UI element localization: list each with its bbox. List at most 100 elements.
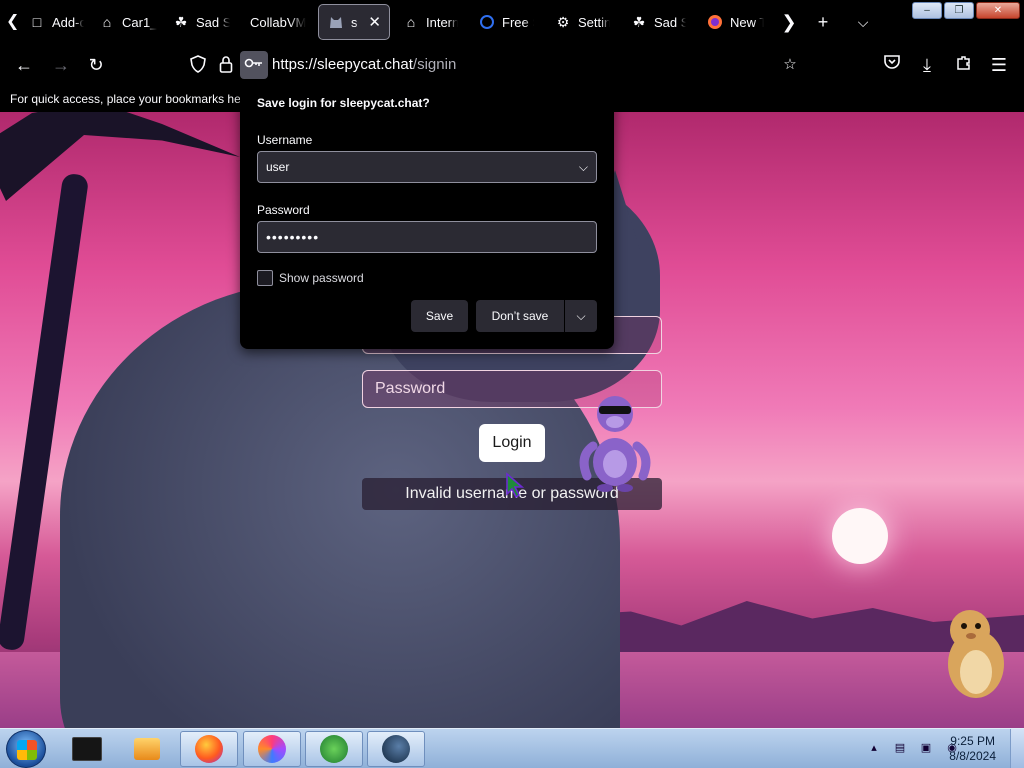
steam-icon xyxy=(382,735,410,763)
tab-strip: ❮ □ Add-o ⌂ Car1_ ☘ Sad S CollabVM slee … xyxy=(0,0,1024,44)
forward-arrow-icon[interactable]: → xyxy=(50,54,72,76)
hamster-sprite xyxy=(948,610,1004,698)
spiral-browser-icon xyxy=(258,735,286,763)
password-value: ••••••••• xyxy=(266,229,320,245)
tracking-shield-icon[interactable] xyxy=(188,55,208,75)
show-password-checkbox[interactable] xyxy=(257,270,273,286)
archive-icon: ⌂ xyxy=(406,14,416,30)
tab-label: Intern xyxy=(426,14,458,30)
clock-date: 8/8/2024 xyxy=(949,749,996,763)
taskbar-browser-2[interactable] xyxy=(243,731,301,767)
hamburger-menu-icon[interactable]: ☰ xyxy=(988,54,1010,76)
media-box-icon xyxy=(72,737,102,761)
username-dropdown[interactable]: user ⌵ xyxy=(257,151,597,183)
tab-sleepycat-active[interactable]: slee ✕ xyxy=(318,4,390,40)
tab-close-icon[interactable]: ✕ xyxy=(368,13,381,31)
window-controls: – ❐ ✕ xyxy=(912,2,1020,19)
tab-scroll-left-button[interactable]: ❮ xyxy=(6,12,26,32)
download-globe-icon xyxy=(320,735,348,763)
minimize-button[interactable]: – xyxy=(912,2,942,19)
dont-save-menu-chevron-icon[interactable]: ⌵ xyxy=(564,300,597,332)
tab-sad-s-1[interactable]: ☘ Sad S xyxy=(172,4,230,40)
tab-sad-s-2[interactable]: ☘ Sad S xyxy=(630,4,686,40)
tab-label: Sad S xyxy=(654,14,686,30)
show-password-label[interactable]: Show password xyxy=(279,271,364,285)
tab-label: CollabVM xyxy=(250,14,306,30)
new-tab-plus-icon[interactable]: + xyxy=(812,12,834,34)
globe-icon xyxy=(478,13,496,31)
taskbar-download-manager[interactable] xyxy=(305,731,363,767)
firefox-icon xyxy=(195,735,223,763)
close-window-button[interactable]: ✕ xyxy=(976,2,1020,19)
mouse-pointer-icon xyxy=(506,472,525,498)
restore-button[interactable]: ❐ xyxy=(944,2,974,19)
password-key-icon[interactable] xyxy=(240,51,268,79)
navigation-toolbar: ← → ↻ https://sleepycat.chat/signin ☆ ⤓ … xyxy=(0,44,1024,86)
password-field[interactable]: ••••••••• xyxy=(257,221,597,253)
gear-icon: ⚙ xyxy=(556,13,570,30)
password-placeholder: Password xyxy=(375,380,446,397)
bookmarks-hint-text: For quick access, place your bookmarks h… xyxy=(10,92,245,106)
tab-new-tab[interactable]: New T xyxy=(706,4,764,40)
chevron-down-icon[interactable]: ⌵ xyxy=(579,152,588,182)
tab-settings[interactable]: ⚙ Settin xyxy=(554,4,610,40)
list-all-tabs-chevron-icon[interactable]: ⌵ xyxy=(852,12,874,34)
archive-icon: ⌂ xyxy=(102,14,112,30)
tab-addons[interactable]: □ Add-o xyxy=(28,4,84,40)
system-tray: ▴ ▤ ▣ ◉ xyxy=(866,740,960,756)
firefox-icon xyxy=(706,13,724,31)
start-button[interactable] xyxy=(6,730,46,768)
palm-leaves-graphic xyxy=(0,112,240,201)
media-player-icon xyxy=(134,738,160,760)
cat-avatar-icon xyxy=(327,13,345,31)
show-desktop-button[interactable] xyxy=(1010,729,1024,768)
tab-intern[interactable]: ⌂ Intern xyxy=(402,4,458,40)
save-login-panel: Save login for sleepycat.chat? Username … xyxy=(240,90,614,349)
reload-icon[interactable]: ↻ xyxy=(85,54,107,76)
tab-scroll-right-button[interactable]: ❯ xyxy=(778,12,800,34)
save-button[interactable]: Save xyxy=(411,300,468,332)
tab-label: New T xyxy=(730,14,764,30)
tray-expand-chevron-icon[interactable]: ▴ xyxy=(866,740,882,756)
extensions-puzzle-icon[interactable] xyxy=(953,54,975,76)
url-text[interactable]: https://sleepycat.chat/signin xyxy=(272,56,456,73)
taskbar-firefox[interactable] xyxy=(180,731,238,767)
login-button[interactable]: Login xyxy=(479,424,545,462)
username-value: user xyxy=(266,160,290,174)
password-label: Password xyxy=(257,203,310,217)
tab-collabvm[interactable]: CollabVM xyxy=(250,4,306,40)
tab-label: slee xyxy=(351,14,358,30)
taskbar-media-player[interactable] xyxy=(118,731,176,767)
tab-car1[interactable]: ⌂ Car1_ xyxy=(98,4,158,40)
taskbar-media-center[interactable] xyxy=(58,731,116,767)
bookmark-star-icon[interactable]: ☆ xyxy=(780,55,800,75)
downloads-icon[interactable]: ⤓ xyxy=(916,54,938,76)
tray-network-icon[interactable]: ▤ xyxy=(892,740,908,756)
url-path: /signin xyxy=(412,56,457,73)
windows-logo-icon xyxy=(17,740,37,760)
username-label: Username xyxy=(257,133,313,147)
tab-label: Free S xyxy=(502,14,534,30)
tab-label: Settin xyxy=(578,14,610,30)
clock-time: 9:25 PM xyxy=(950,734,995,748)
taskbar-clock[interactable]: 9:25 PM 8/8/2024 xyxy=(949,734,996,764)
back-arrow-icon[interactable]: ← xyxy=(13,54,35,76)
url-bar[interactable]: https://sleepycat.chat/signin ☆ xyxy=(180,49,810,81)
cat-face-icon: ☘ xyxy=(174,13,188,30)
padlock-icon[interactable] xyxy=(216,55,236,75)
windows-taskbar: ▴ ▤ ▣ ◉ 9:25 PM 8/8/2024 xyxy=(0,728,1024,768)
url-host: https://sleepycat.chat xyxy=(272,56,413,73)
tray-monitor-icon[interactable]: ▣ xyxy=(918,740,934,756)
puzzle-icon: □ xyxy=(32,14,42,30)
sun-graphic xyxy=(832,508,888,564)
dont-save-button[interactable]: Don’t save xyxy=(476,300,564,332)
cat-face-icon: ☘ xyxy=(632,13,646,30)
purple-gorilla-sprite[interactable] xyxy=(575,384,655,494)
tab-free-s[interactable]: Free S xyxy=(478,4,534,40)
pocket-icon[interactable] xyxy=(881,54,903,76)
tab-label: Sad S xyxy=(196,14,230,30)
taskbar-steam[interactable] xyxy=(367,731,425,767)
tab-label: Car1_ xyxy=(122,14,158,30)
tab-label: Add-o xyxy=(52,14,84,30)
panel-title: Save login for sleepycat.chat? xyxy=(257,96,430,110)
